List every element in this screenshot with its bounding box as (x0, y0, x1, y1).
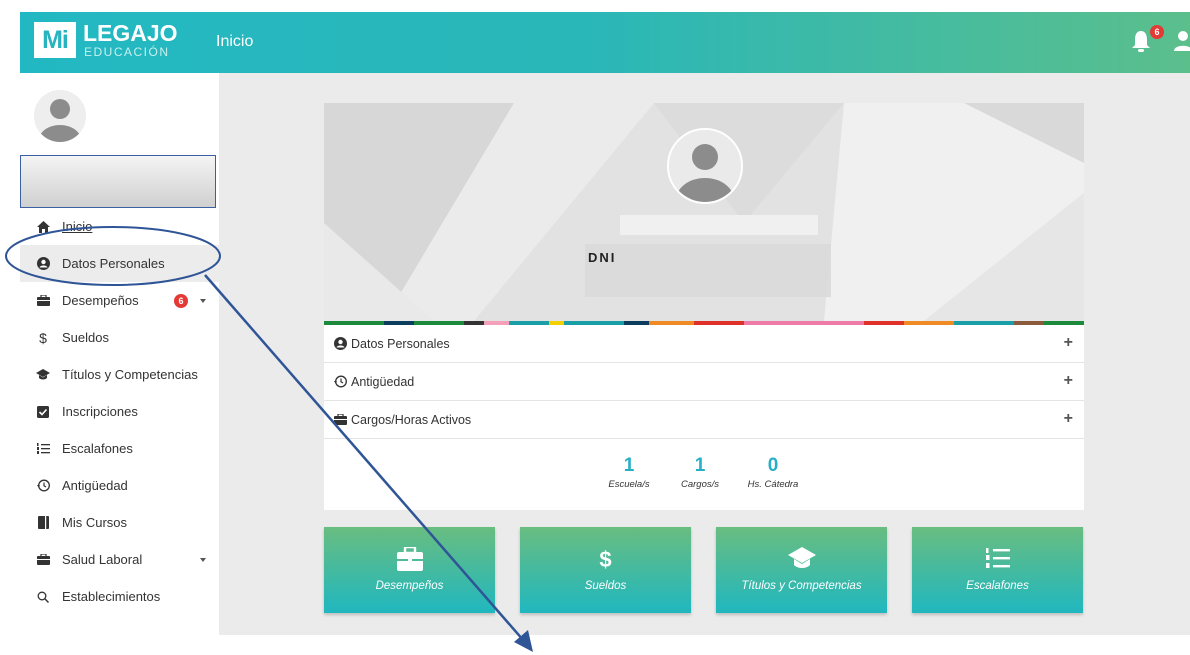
tile-label: Escalafones (966, 580, 1029, 592)
stat-value: 1 (623, 455, 635, 476)
desempenos-badge: 6 (174, 294, 188, 308)
briefcase-icon (324, 547, 495, 573)
tile-label: Títulos y Competencias (741, 580, 862, 592)
sidebar-item-label: Sueldos (62, 330, 109, 345)
accordion-datos-personales[interactable]: Datos Personales + (324, 325, 1084, 363)
checkbox-icon (36, 405, 50, 419)
graduation-cap-icon (716, 547, 887, 573)
profile-avatar (667, 128, 743, 204)
graduation-cap-icon (36, 368, 50, 382)
history-icon (36, 479, 50, 493)
profile-card: DNI Datos Personales + Antigüedad + Carg… (324, 103, 1084, 510)
plus-icon[interactable]: + (1064, 334, 1073, 352)
stat-label: Escuela/s (608, 479, 650, 490)
sidebar-item-label: Establecimientos (62, 589, 161, 604)
sidebar-item-desempenos[interactable]: Desempeños 6 (20, 282, 219, 319)
sidebar-item-inscripciones[interactable]: Inscripciones (20, 393, 219, 430)
app-frame: Mi LEGAJO EDUCACIÓN Inicio 6 Inicio Dato… (20, 12, 1190, 635)
sidebar-item-label: Salud Laboral (62, 552, 143, 567)
search-icon (36, 590, 50, 604)
book-icon (36, 516, 50, 530)
tile-label: Desempeños (375, 580, 444, 592)
stat-value: 0 (767, 455, 779, 476)
sidebar-item-label: Escalafones (62, 441, 133, 456)
sidebar-nav: Inicio Datos Personales Desempeños 6 $ S… (20, 208, 219, 615)
list-ol-icon (912, 547, 1083, 573)
accordion-antiguedad[interactable]: Antigüedad + (324, 363, 1084, 401)
notification-badge: 6 (1150, 25, 1164, 39)
sidebar-item-titulos[interactable]: Títulos y Competencias (20, 356, 219, 393)
sidebar-item-label: Desempeños (62, 293, 139, 308)
sidebar-item-label: Mis Cursos (62, 515, 128, 530)
dni-box (585, 244, 831, 297)
sidebar-item-sueldos[interactable]: $ Sueldos (20, 319, 219, 356)
home-icon (36, 220, 50, 234)
briefcase-icon (36, 294, 50, 308)
stat-horas-catedra: 0 Hs. Cátedra (738, 455, 808, 490)
logo-subtitle: EDUCACIÓN (84, 45, 170, 59)
accordion-cargos-horas[interactable]: Cargos/Horas Activos + (324, 401, 1084, 439)
sidebar-item-datos-personales[interactable]: Datos Personales (20, 245, 219, 282)
sidebar-item-antiguedad[interactable]: Antigüedad (20, 467, 219, 504)
sidebar-item-escalafones[interactable]: Escalafones (20, 430, 219, 467)
avatar-silhouette-icon (34, 90, 86, 142)
stat-escuelas: 1 Escuela/s (604, 455, 654, 490)
sidebar-item-label: Inscripciones (62, 404, 138, 419)
chevron-down-icon[interactable] (200, 558, 206, 562)
profile-hero: DNI (324, 103, 1084, 321)
dollar-icon: $ (39, 329, 47, 346)
stat-cargos: 1 Cargos/s (675, 455, 725, 490)
avatar (34, 90, 86, 142)
sidebar-item-label: Antigüedad (62, 478, 128, 493)
accordion-label: Cargos/Horas Activos (351, 412, 472, 427)
dni-label: DNI (588, 250, 617, 265)
user-icon[interactable] (1174, 29, 1190, 53)
tile-sueldos[interactable]: $ Sueldos (520, 527, 691, 613)
tile-desempenos[interactable]: Desempeños (324, 527, 495, 613)
dollar-icon: $ (599, 547, 612, 572)
sidebar-item-salud-laboral[interactable]: Salud Laboral (20, 541, 219, 578)
sidebar-item-label: Títulos y Competencias (62, 367, 198, 382)
page-title: Inicio (216, 33, 254, 50)
tile-label: Sueldos (584, 580, 627, 592)
history-icon (334, 375, 347, 388)
sidebar-item-label: Inicio (62, 219, 93, 234)
logo-title: LEGAJO (83, 20, 178, 46)
accordion-label: Datos Personales (351, 336, 450, 351)
user-circle-icon (334, 337, 347, 350)
plus-icon[interactable]: + (1064, 410, 1073, 428)
user-name-box (20, 155, 216, 208)
sidebar-item-label: Datos Personales (62, 256, 165, 271)
profile-name-mask (620, 215, 818, 235)
sidebar-item-inicio[interactable]: Inicio (20, 208, 219, 245)
logo-mark[interactable]: Mi (34, 22, 76, 58)
sidebar: Inicio Datos Personales Desempeños 6 $ S… (20, 73, 219, 635)
stat-label: Hs. Cátedra (747, 479, 799, 490)
top-bar: Mi LEGAJO EDUCACIÓN Inicio 6 (20, 12, 1190, 73)
bell-icon[interactable] (1130, 28, 1152, 54)
avatar-silhouette-icon (669, 130, 741, 202)
chevron-down-icon[interactable] (200, 299, 206, 303)
accordion-label: Antigüedad (351, 374, 415, 389)
sidebar-item-mis-cursos[interactable]: Mis Cursos (20, 504, 219, 541)
tile-titulos[interactable]: Títulos y Competencias (716, 527, 887, 613)
list-ol-icon (36, 442, 50, 456)
user-circle-icon (36, 257, 50, 271)
stat-label: Cargos/s (680, 479, 719, 490)
plus-icon[interactable]: + (1064, 372, 1073, 390)
tile-escalafones[interactable]: Escalafones (912, 527, 1083, 613)
sidebar-item-establecimientos[interactable]: Establecimientos (20, 578, 219, 615)
briefcase-icon (36, 553, 50, 567)
stat-value: 1 (694, 455, 706, 476)
briefcase-icon (334, 413, 347, 426)
